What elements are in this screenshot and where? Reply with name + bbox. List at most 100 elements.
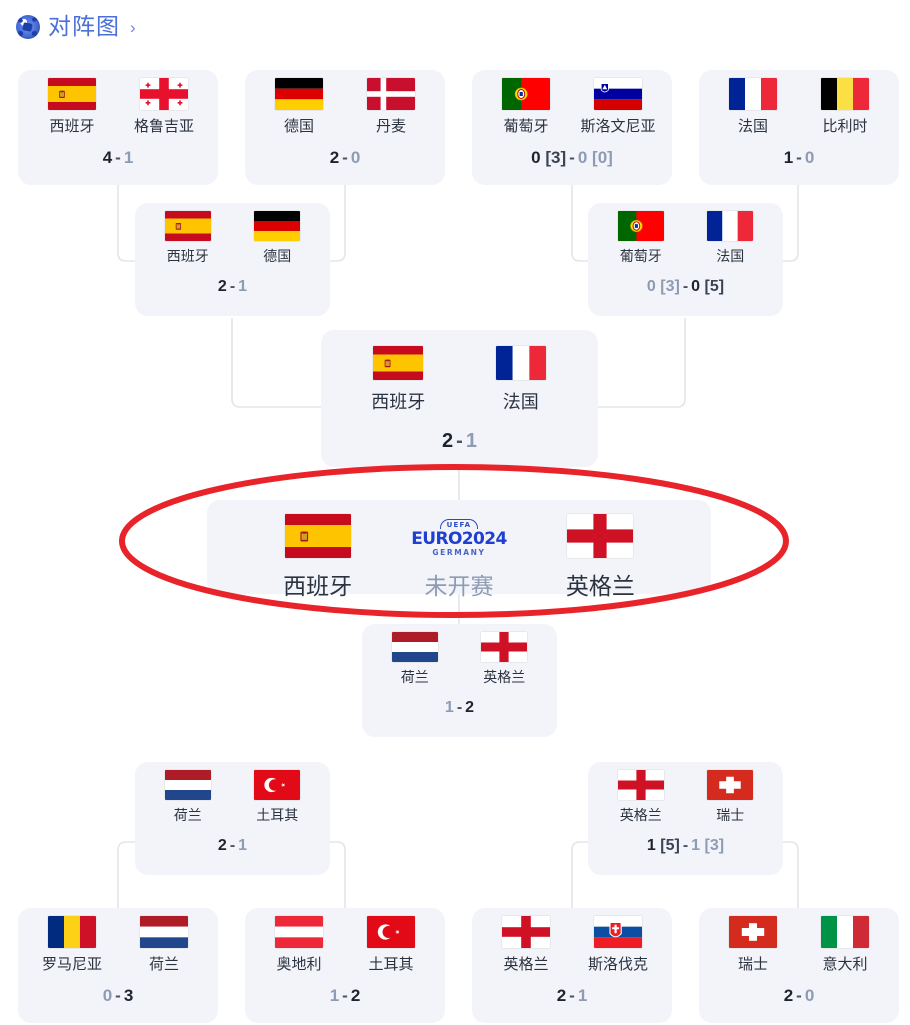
match-card[interactable]: 葡萄牙 法国 0 [3] -0 [5] (588, 203, 783, 316)
home-flag (164, 209, 211, 241)
team-home[interactable]: 英格兰 (596, 768, 686, 825)
team-home[interactable]: 葡萄牙 (480, 76, 572, 136)
match-status: 未开赛 (424, 573, 494, 599)
flag-france (729, 78, 777, 110)
home-team-name: 英格兰 (619, 807, 662, 823)
flag-denmark (367, 78, 415, 110)
team-away[interactable]: 英格兰 (460, 630, 550, 687)
match-card[interactable]: 西班牙 法国 2-1 (321, 330, 598, 467)
team-away[interactable]: 丹麦 (345, 76, 437, 136)
team-away[interactable]: 意大利 (799, 914, 891, 974)
match-score: 0-3 (102, 986, 134, 1005)
flag-turkey (367, 916, 415, 948)
team-home[interactable]: 荷兰 (370, 630, 460, 687)
match-card[interactable]: 瑞士 意大利 2-0 (699, 908, 899, 1023)
team-away[interactable]: 荷兰 (118, 914, 210, 974)
team-home[interactable]: 德国 (253, 76, 345, 136)
flag-italy (821, 916, 869, 948)
match-card[interactable]: 英格兰 斯洛伐克 2-1 (472, 908, 672, 1023)
away-team-name: 土耳其 (368, 956, 414, 973)
team-home[interactable]: 奥地利 (253, 914, 345, 974)
home-team-name: 荷兰 (173, 807, 202, 823)
uefa-text: UEFA (439, 519, 479, 529)
match-teams: 西班牙 法国 (321, 330, 598, 414)
flag-england (502, 916, 550, 948)
away-team-name: 格鲁吉亚 (133, 118, 194, 135)
euro2024-logo-icon: UEFA EURO2024 GERMANY (411, 514, 507, 558)
away-team-name: 法国 (502, 392, 539, 412)
flag-france (707, 211, 754, 241)
match-card[interactable]: 罗马尼亚 荷兰 0-3 (18, 908, 218, 1023)
match-teams: 葡萄牙 斯洛文尼亚 (472, 70, 672, 136)
team-home[interactable]: 西班牙 (247, 510, 388, 601)
home-flag (502, 914, 550, 948)
match-card[interactable]: 奥地利 土耳其 1-2 (245, 908, 445, 1023)
match-teams: 荷兰 英格兰 (362, 624, 557, 687)
match-score: 0 [3] -0 [0] (531, 148, 613, 167)
germany-text: GERMANY (432, 548, 486, 557)
match-card[interactable]: 英格兰 瑞士 1 [5] -1 [3] (588, 762, 783, 875)
team-home[interactable]: 瑞士 (707, 914, 799, 974)
home-team-name: 葡萄牙 (503, 118, 549, 135)
away-flag (140, 914, 188, 948)
away-flag (140, 76, 188, 110)
match-teams: 瑞士 意大利 (699, 908, 899, 974)
flag-slovenia (594, 78, 642, 110)
match-card[interactable]: 荷兰 土耳其 2-1 (135, 762, 330, 875)
home-team-name: 西班牙 (49, 118, 95, 135)
team-away[interactable]: 斯洛伐克 (572, 914, 664, 974)
team-away[interactable]: 法国 (460, 338, 583, 414)
home-flag (48, 76, 96, 110)
flag-switzerland (729, 916, 777, 948)
final-match-card[interactable]: 西班牙 UEFA EURO2024 GERMANY 未开赛 英格兰 (207, 500, 711, 599)
match-score: 1 [5] -1 [3] (646, 837, 725, 854)
team-away[interactable]: 瑞士 (686, 768, 776, 825)
match-card[interactable]: 法国 比利时 1-0 (699, 70, 899, 185)
team-away[interactable]: 斯洛文尼亚 (572, 76, 664, 136)
team-away[interactable]: 德国 (233, 209, 323, 266)
match-teams: 荷兰 土耳其 (135, 762, 330, 825)
match-card[interactable]: 德国 丹麦 2-0 (245, 70, 445, 185)
match-card[interactable]: 西班牙 格鲁吉亚 4-1 (18, 70, 218, 185)
team-away[interactable]: 英格兰 (530, 510, 671, 601)
team-away[interactable]: 格鲁吉亚 (118, 76, 210, 136)
match-score: 2-1 (442, 430, 477, 452)
home-team-name: 英格兰 (503, 956, 549, 973)
team-away[interactable]: 土耳其 (345, 914, 437, 974)
team-home[interactable]: 法国 (707, 76, 799, 136)
flag-turkey (254, 770, 301, 800)
team-home[interactable]: 西班牙 (143, 209, 233, 266)
home-flag (373, 338, 424, 380)
team-home[interactable]: 荷兰 (143, 768, 233, 825)
match-card[interactable]: 葡萄牙 斯洛文尼亚 0 [3] -0 [0] (472, 70, 672, 185)
flag-germany (254, 211, 301, 241)
away-team-name: 荷兰 (148, 956, 179, 973)
team-away[interactable]: 土耳其 (233, 768, 323, 825)
flag-portugal (502, 78, 550, 110)
team-away[interactable]: 法国 (686, 209, 776, 266)
away-team-name: 斯洛伐克 (587, 956, 648, 973)
match-teams: 英格兰 斯洛伐克 (472, 908, 672, 974)
home-team-name: 法国 (737, 118, 768, 135)
match-card[interactable]: 西班牙 德国 2-1 (135, 203, 330, 316)
match-score: 2-0 (329, 148, 361, 167)
team-home[interactable]: 西班牙 (26, 76, 118, 136)
away-flag (821, 76, 869, 110)
match-card[interactable]: 荷兰 英格兰 1-2 (362, 624, 557, 737)
team-away[interactable]: 比利时 (799, 76, 891, 136)
team-home[interactable]: 葡萄牙 (596, 209, 686, 266)
team-home[interactable]: 英格兰 (480, 914, 572, 974)
flag-switzerland (707, 770, 754, 800)
team-home[interactable]: 西班牙 (337, 338, 460, 414)
home-flag (164, 768, 211, 800)
home-team-name: 西班牙 (371, 392, 426, 412)
away-flag (481, 630, 528, 662)
away-team-name: 英格兰 (483, 669, 526, 685)
match-score: 4-1 (102, 148, 134, 167)
flag-austria (275, 916, 323, 948)
match-teams: 奥地利 土耳其 (245, 908, 445, 974)
home-flag (729, 914, 777, 948)
euro2024-text: EURO2024 (411, 529, 507, 549)
team-home[interactable]: 罗马尼亚 (26, 914, 118, 974)
away-flag (367, 76, 415, 110)
